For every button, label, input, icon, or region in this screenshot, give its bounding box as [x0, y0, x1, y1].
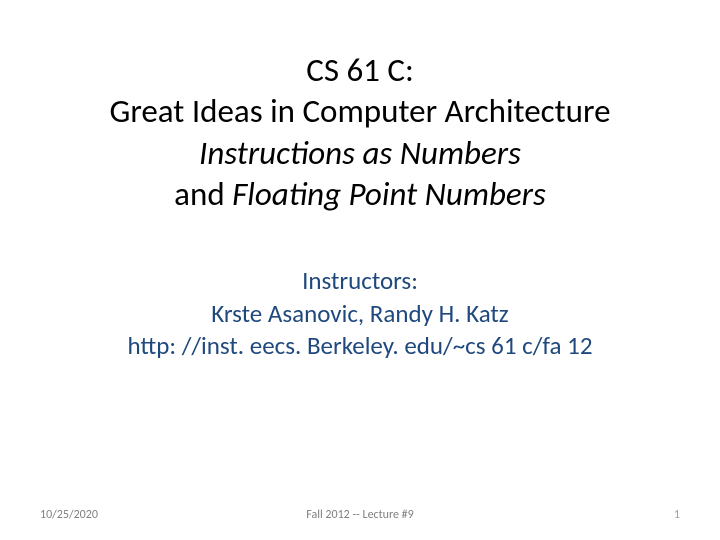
title-topic-1: Instructions as Numbers	[40, 133, 680, 174]
title-and-word: and	[174, 174, 232, 214]
instructors-names: Krste Asanovic, Randy H. Katz	[40, 298, 680, 331]
title-fpn: Floating Point Numbers	[232, 174, 546, 214]
instructor-block: Instructors: Krste Asanovic, Randy H. Ka…	[40, 265, 680, 363]
instructors-url: http: //inst. eecs. Berkeley. edu/~cs 61…	[40, 330, 680, 363]
title-topic-2: and Floating Point Numbers	[40, 174, 680, 215]
title-course-code: CS 61 C:	[40, 50, 680, 91]
slide-footer: 10/25/2020 Fall 2012 -- Lecture #9 1	[0, 508, 720, 522]
footer-page-number: 1	[674, 508, 680, 522]
footer-date: 10/25/2020	[40, 508, 98, 522]
title-course-name: Great Ideas in Computer Architecture	[40, 91, 680, 132]
footer-lecture: Fall 2012 -- Lecture #9	[306, 508, 413, 522]
slide-title: CS 61 C: Great Ideas in Computer Archite…	[40, 50, 680, 215]
instructors-label: Instructors:	[40, 265, 680, 298]
slide-container: CS 61 C: Great Ideas in Computer Archite…	[0, 0, 720, 540]
